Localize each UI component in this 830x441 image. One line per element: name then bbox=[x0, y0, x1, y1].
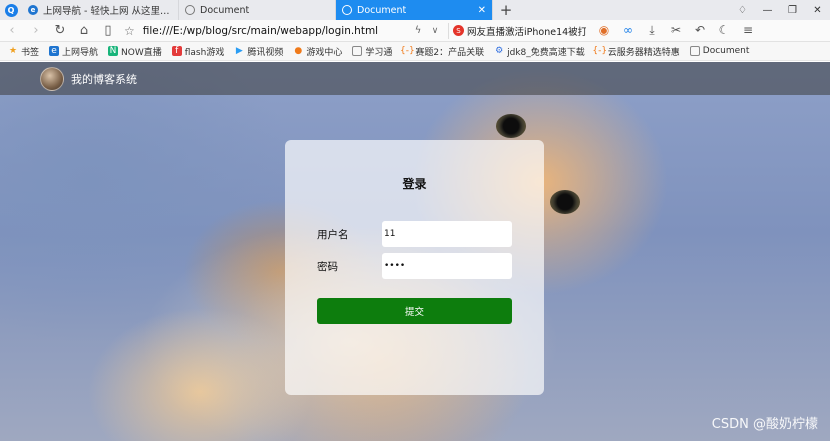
minimize-icon[interactable]: — bbox=[755, 0, 780, 20]
page-viewport: 我的博客系统 登录 用户名 密码 提交 CSDN @酸奶柠檬 bbox=[0, 62, 830, 441]
forward-icon[interactable]: › bbox=[24, 23, 48, 38]
globe-icon bbox=[185, 5, 195, 15]
watermark: CSDN @酸奶柠檬 bbox=[711, 417, 818, 432]
close-icon[interactable]: ✕ bbox=[478, 5, 486, 16]
bookmark-item[interactable]: e 上网导航 bbox=[49, 45, 98, 58]
bookmark-label: Document bbox=[702, 46, 750, 56]
browser-logo[interactable]: Q bbox=[0, 0, 22, 20]
search-engine-icon[interactable]: S bbox=[453, 25, 464, 36]
search-suggestion: 网友直播激活iPhone14被打 bbox=[467, 26, 586, 38]
window-controls: ♢ — ❐ ✕ bbox=[730, 0, 830, 20]
password-input[interactable] bbox=[382, 253, 512, 279]
star-icon: ★ bbox=[8, 46, 18, 56]
bookmarks-bar: ★ 书签 e 上网导航 N NOW直播 f flash游戏 ▶ 腾讯视频 ● 游戏中心 学习… bbox=[0, 42, 830, 61]
globe-icon bbox=[689, 46, 700, 56]
extension-icon[interactable]: ∞ bbox=[616, 23, 640, 38]
globe-icon bbox=[352, 46, 363, 56]
password-label: 密码 bbox=[317, 260, 338, 273]
menu-icon[interactable]: ≡ bbox=[736, 23, 760, 38]
bookmark-star-icon[interactable]: ☆ bbox=[124, 24, 135, 38]
reader-icon[interactable]: ▯ bbox=[96, 23, 120, 38]
bookmark-label: NOW直播 bbox=[121, 47, 162, 58]
bookmark-item[interactable]: {-} 赛题2：产品关联 bbox=[400, 45, 485, 58]
tab-title: Document bbox=[357, 4, 407, 16]
bookmark-label: 赛题2：产品关联 bbox=[415, 47, 485, 58]
close-window-icon[interactable]: ✕ bbox=[805, 0, 830, 20]
avatar bbox=[40, 66, 64, 91]
tab-1[interactable]: e 上网导航 - 轻快上网 从这里开始 bbox=[22, 0, 179, 20]
address-bar[interactable]: ☆ file:///E:/wp/blog/src/main/webapp/log… bbox=[120, 22, 408, 40]
gamepad-icon: ● bbox=[294, 46, 303, 56]
shirt-icon[interactable]: ♢ bbox=[730, 0, 755, 20]
ie-icon: e bbox=[28, 5, 38, 15]
bookmark-item[interactable]: ★ 书签 bbox=[8, 45, 39, 58]
speed-mode-icon[interactable]: ϟ bbox=[408, 25, 428, 36]
cat-eye bbox=[496, 114, 526, 138]
bookmark-item[interactable]: 学习通 bbox=[352, 45, 392, 58]
bookmark-label: 云服务器精选特惠 bbox=[607, 47, 680, 58]
bookmark-item[interactable]: N NOW直播 bbox=[108, 45, 162, 58]
login-title: 登录 bbox=[402, 177, 427, 191]
bookmark-item[interactable]: f flash游戏 bbox=[171, 45, 225, 58]
scissors-icon[interactable]: ✂ bbox=[664, 23, 688, 38]
tab-2[interactable]: Document bbox=[179, 0, 336, 20]
gamepad-icon[interactable]: ◉ bbox=[592, 23, 616, 38]
site-title: 我的博客系统 bbox=[71, 72, 137, 86]
play-icon: ▶ bbox=[235, 46, 243, 56]
login-card: 登录 用户名 密码 提交 bbox=[285, 140, 544, 395]
bookmark-item[interactable]: ▶ 腾讯视频 bbox=[234, 45, 283, 58]
flash-icon: f bbox=[171, 46, 182, 56]
code-icon: {-} bbox=[400, 46, 415, 56]
browser-logo-icon: Q bbox=[4, 3, 18, 17]
password-row: 密码 bbox=[317, 253, 512, 279]
search-box[interactable]: S 网友直播激活iPhone14被打 ⌕ bbox=[448, 22, 586, 39]
now-icon: N bbox=[108, 46, 119, 56]
new-tab-button[interactable]: + bbox=[493, 0, 519, 20]
bookmark-label: jdk8_免费高速下载 bbox=[507, 47, 585, 58]
bookmark-label: 腾讯视频 bbox=[247, 47, 284, 58]
bookmark-label: 上网导航 bbox=[62, 47, 99, 58]
bookmark-label: 游戏中心 bbox=[306, 47, 343, 58]
address-url: file:///E:/wp/blog/src/main/webapp/login… bbox=[142, 24, 379, 37]
username-label: 用户名 bbox=[317, 228, 349, 241]
bookmark-label: 书签 bbox=[21, 47, 40, 58]
ie-icon: e bbox=[49, 46, 60, 56]
globe-icon bbox=[342, 5, 352, 15]
restore-icon[interactable]: ❐ bbox=[780, 0, 805, 20]
bookmark-item[interactable]: {-} 云服务器精选特惠 bbox=[592, 45, 680, 58]
tab-title: Document bbox=[200, 4, 250, 16]
site-header: 我的博客系统 bbox=[0, 62, 830, 95]
code-icon: {-} bbox=[592, 46, 608, 56]
browser-window: Q e 上网导航 - 轻快上网 从这里开始 Document Document … bbox=[0, 0, 830, 441]
download-icon[interactable]: ⤓ bbox=[640, 23, 664, 38]
cat-eye bbox=[550, 190, 580, 214]
username-row: 用户名 bbox=[317, 221, 512, 247]
home-icon[interactable]: ⌂ bbox=[72, 23, 96, 38]
nav-bar: ‹ › ↻ ⌂ ▯ ☆ file:///E:/wp/blog/src/main/… bbox=[0, 20, 830, 42]
bookmark-item[interactable]: ● 游戏中心 bbox=[293, 45, 342, 58]
tab-strip: Q e 上网导航 - 轻快上网 从这里开始 Document Document … bbox=[0, 0, 830, 20]
refresh-icon[interactable]: ↻ bbox=[48, 23, 72, 38]
bookmark-label: flash游戏 bbox=[184, 47, 225, 58]
tab-title: 上网导航 - 轻快上网 从这里开始 bbox=[43, 6, 172, 17]
tab-3-active[interactable]: Document ✕ bbox=[336, 0, 493, 20]
gear-icon: ⚙ bbox=[495, 46, 504, 56]
username-input[interactable] bbox=[382, 221, 512, 247]
bookmark-item[interactable]: ⚙ jdk8_免费高速下载 bbox=[494, 45, 585, 58]
back-icon[interactable]: ‹ bbox=[0, 23, 24, 38]
toolbar-icons: ◉ ∞ ⤓ ✂ ↶ ☾ ≡ bbox=[592, 23, 760, 38]
submit-button[interactable]: 提交 bbox=[317, 298, 512, 324]
undo-icon[interactable]: ↶ bbox=[688, 23, 712, 38]
bookmark-item[interactable]: Document bbox=[689, 46, 750, 56]
chevron-down-icon[interactable]: ∨ bbox=[428, 26, 442, 36]
night-mode-icon[interactable]: ☾ bbox=[712, 23, 736, 38]
bookmark-label: 学习通 bbox=[365, 47, 393, 58]
